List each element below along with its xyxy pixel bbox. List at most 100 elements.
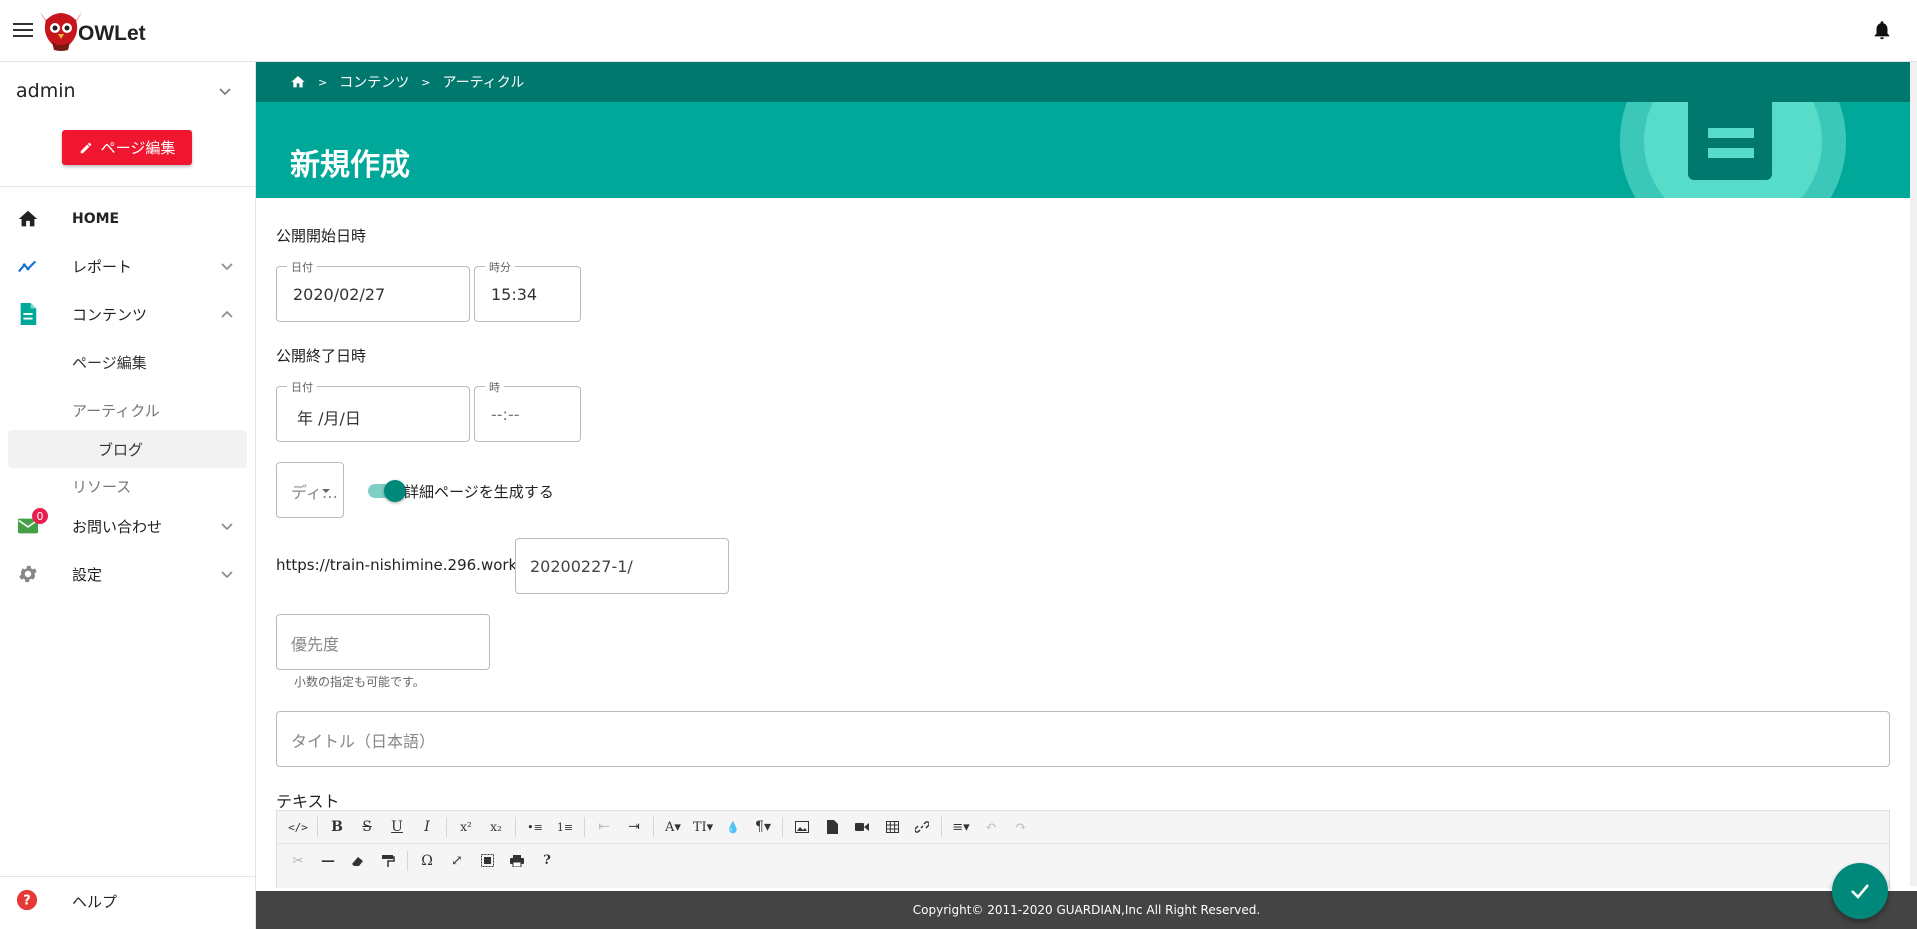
bold-icon[interactable]: B [322, 814, 352, 840]
sidebar-item-label: HOME [72, 211, 120, 227]
toolbar-separator [782, 817, 783, 837]
top-app-bar: OWLet [0, 0, 1917, 62]
page-title: 新規作成 [290, 148, 410, 183]
slug-input[interactable]: 20200227-1/ [515, 538, 729, 594]
code-view-icon[interactable]: </> [283, 814, 313, 840]
priority-input[interactable]: 優先度 [276, 614, 490, 670]
chevron-down-icon[interactable] [218, 84, 232, 98]
superscript-icon[interactable]: x² [451, 814, 481, 840]
sidebar-item-settings[interactable]: 設定 [0, 554, 255, 594]
field-placeholder: 優先度 [291, 635, 340, 654]
notification-badge: 0 [32, 508, 48, 524]
sidebar-item-inquiry[interactable]: 0 お問い合わせ [0, 506, 255, 546]
save-fab-button[interactable] [1832, 863, 1888, 919]
strikethrough-icon[interactable]: S [352, 814, 382, 840]
publish-end-time-input[interactable]: 時 --:-- [474, 379, 581, 442]
field-placeholder: タイトル（日本語） [291, 732, 436, 751]
display-select[interactable]: ディ… [276, 462, 344, 518]
image-icon[interactable] [787, 814, 817, 840]
text-label: テキスト [276, 792, 340, 811]
field-legend: 時 [485, 379, 504, 395]
sidebar-subitem-label: アーティクル [72, 401, 160, 420]
sidebar-subitem-blog[interactable]: ブログ [8, 430, 247, 468]
edit-page-button[interactable]: ページ編集 [62, 130, 192, 165]
align-icon[interactable]: ≡▾ [946, 814, 976, 840]
chevron-down-icon [221, 523, 233, 531]
video-icon[interactable] [847, 814, 877, 840]
special-char-icon[interactable]: Ω [412, 848, 442, 874]
document-icon [16, 302, 40, 326]
italic-icon[interactable]: I [412, 814, 442, 840]
field-value: 15:34 [491, 285, 538, 304]
help-icon[interactable]: ? [532, 848, 562, 874]
title-input[interactable]: タイトル（日本語） [276, 711, 1890, 767]
eraser-icon[interactable] [343, 848, 373, 874]
scrollbar[interactable] [1910, 62, 1917, 886]
background-color-icon[interactable]: 💧 [718, 814, 748, 840]
toolbar-separator [584, 817, 585, 837]
footer: Copyright© 2011-2020 GUARDIAN,Inc All Ri… [256, 891, 1917, 929]
sidebar-subitem-article[interactable]: アーティクル [0, 392, 255, 428]
publish-start-time-input[interactable]: 時分 15:34 [474, 259, 581, 322]
home-icon[interactable] [290, 74, 306, 90]
field-legend: 日付 [287, 379, 317, 395]
editor-toolbar-row-1: </> B S U I x² x₂ •≡ 1≡ ⇤ ⇥ A▾ TI▾ 💧 ¶▾ [277, 811, 1889, 844]
sidebar-item-report[interactable]: レポート [0, 246, 255, 286]
sidebar-item-home[interactable]: HOME [0, 199, 255, 239]
outdent-icon[interactable]: ⇤ [589, 814, 619, 840]
dropdown-arrow-icon [322, 489, 330, 493]
owlet-logo[interactable]: OWLet [36, 6, 176, 54]
sidebar-item-label: お問い合わせ [72, 517, 163, 536]
indent-icon[interactable]: ⇥ [619, 814, 649, 840]
svg-text:?: ? [23, 894, 30, 909]
field-value: 2020/02/27 [293, 285, 386, 304]
chevron-up-icon [221, 310, 233, 318]
select-all-icon[interactable] [472, 848, 502, 874]
sidebar-item-label: レポート [72, 257, 133, 276]
numbered-list-icon[interactable]: 1≡ [550, 814, 580, 840]
link-icon[interactable] [907, 814, 937, 840]
undo-icon[interactable]: ↶ [976, 814, 1006, 840]
user-name[interactable]: admin [16, 80, 76, 102]
redo-icon[interactable]: ↷ [1006, 814, 1036, 840]
fullscreen-icon[interactable]: ⤢ [442, 848, 472, 874]
underline-icon[interactable]: U [382, 814, 412, 840]
font-size-icon[interactable]: TI▾ [688, 814, 718, 840]
format-painter-icon[interactable] [373, 848, 403, 874]
breadcrumb-separator: > [318, 75, 328, 89]
field-legend: 時分 [485, 259, 515, 275]
paragraph-icon[interactable]: ¶▾ [748, 814, 778, 840]
field-value: 20200227-1/ [530, 557, 633, 576]
sidebar-subitem-label: ページ編集 [72, 353, 147, 372]
publish-end-label: 公開終了日時 [276, 347, 367, 365]
bell-icon[interactable] [1871, 18, 1893, 42]
check-icon [1851, 884, 1869, 899]
file-icon[interactable] [817, 814, 847, 840]
sidebar-subitem-page-edit[interactable]: ページ編集 [0, 344, 255, 380]
cut-icon[interactable]: ✂ [283, 848, 313, 874]
print-icon[interactable] [502, 848, 532, 874]
subscript-icon[interactable]: x₂ [481, 814, 511, 840]
generate-detail-page-toggle[interactable] [368, 480, 406, 502]
toolbar-separator [407, 850, 408, 871]
hamburger-menu-icon[interactable] [12, 19, 34, 41]
sidebar-item-contents[interactable]: コンテンツ [0, 294, 255, 334]
rich-text-editor[interactable]: </> B S U I x² x₂ •≡ 1≡ ⇤ ⇥ A▾ TI▾ 💧 ¶▾ [276, 810, 1890, 888]
table-icon[interactable] [877, 814, 907, 840]
publish-end-date-input[interactable]: 日付 年 /月/日 [276, 379, 470, 442]
font-color-icon[interactable]: A▾ [658, 814, 688, 840]
breadcrumb-item-article[interactable]: アーティクル [442, 72, 524, 92]
sidebar-item-help[interactable]: ? ヘルプ [0, 876, 255, 916]
horizontal-rule-icon[interactable]: — [313, 848, 343, 874]
toggle-knob [384, 480, 406, 502]
bullet-list-icon[interactable]: •≡ [520, 814, 550, 840]
toolbar-separator [653, 817, 654, 837]
toggle-label: 詳細ページを生成する [404, 483, 554, 501]
breadcrumb-item-contents[interactable]: コンテンツ [339, 72, 409, 92]
chevron-down-icon [221, 263, 233, 271]
sidebar-subitem-resource[interactable]: リソース [0, 468, 255, 504]
editor-toolbar-row-2: ✂ — Ω ⤢ ? [277, 844, 1889, 877]
publish-start-date-input[interactable]: 日付 2020/02/27 [276, 259, 470, 322]
chevron-down-icon [221, 571, 233, 579]
breadcrumb-separator: > [421, 75, 431, 89]
